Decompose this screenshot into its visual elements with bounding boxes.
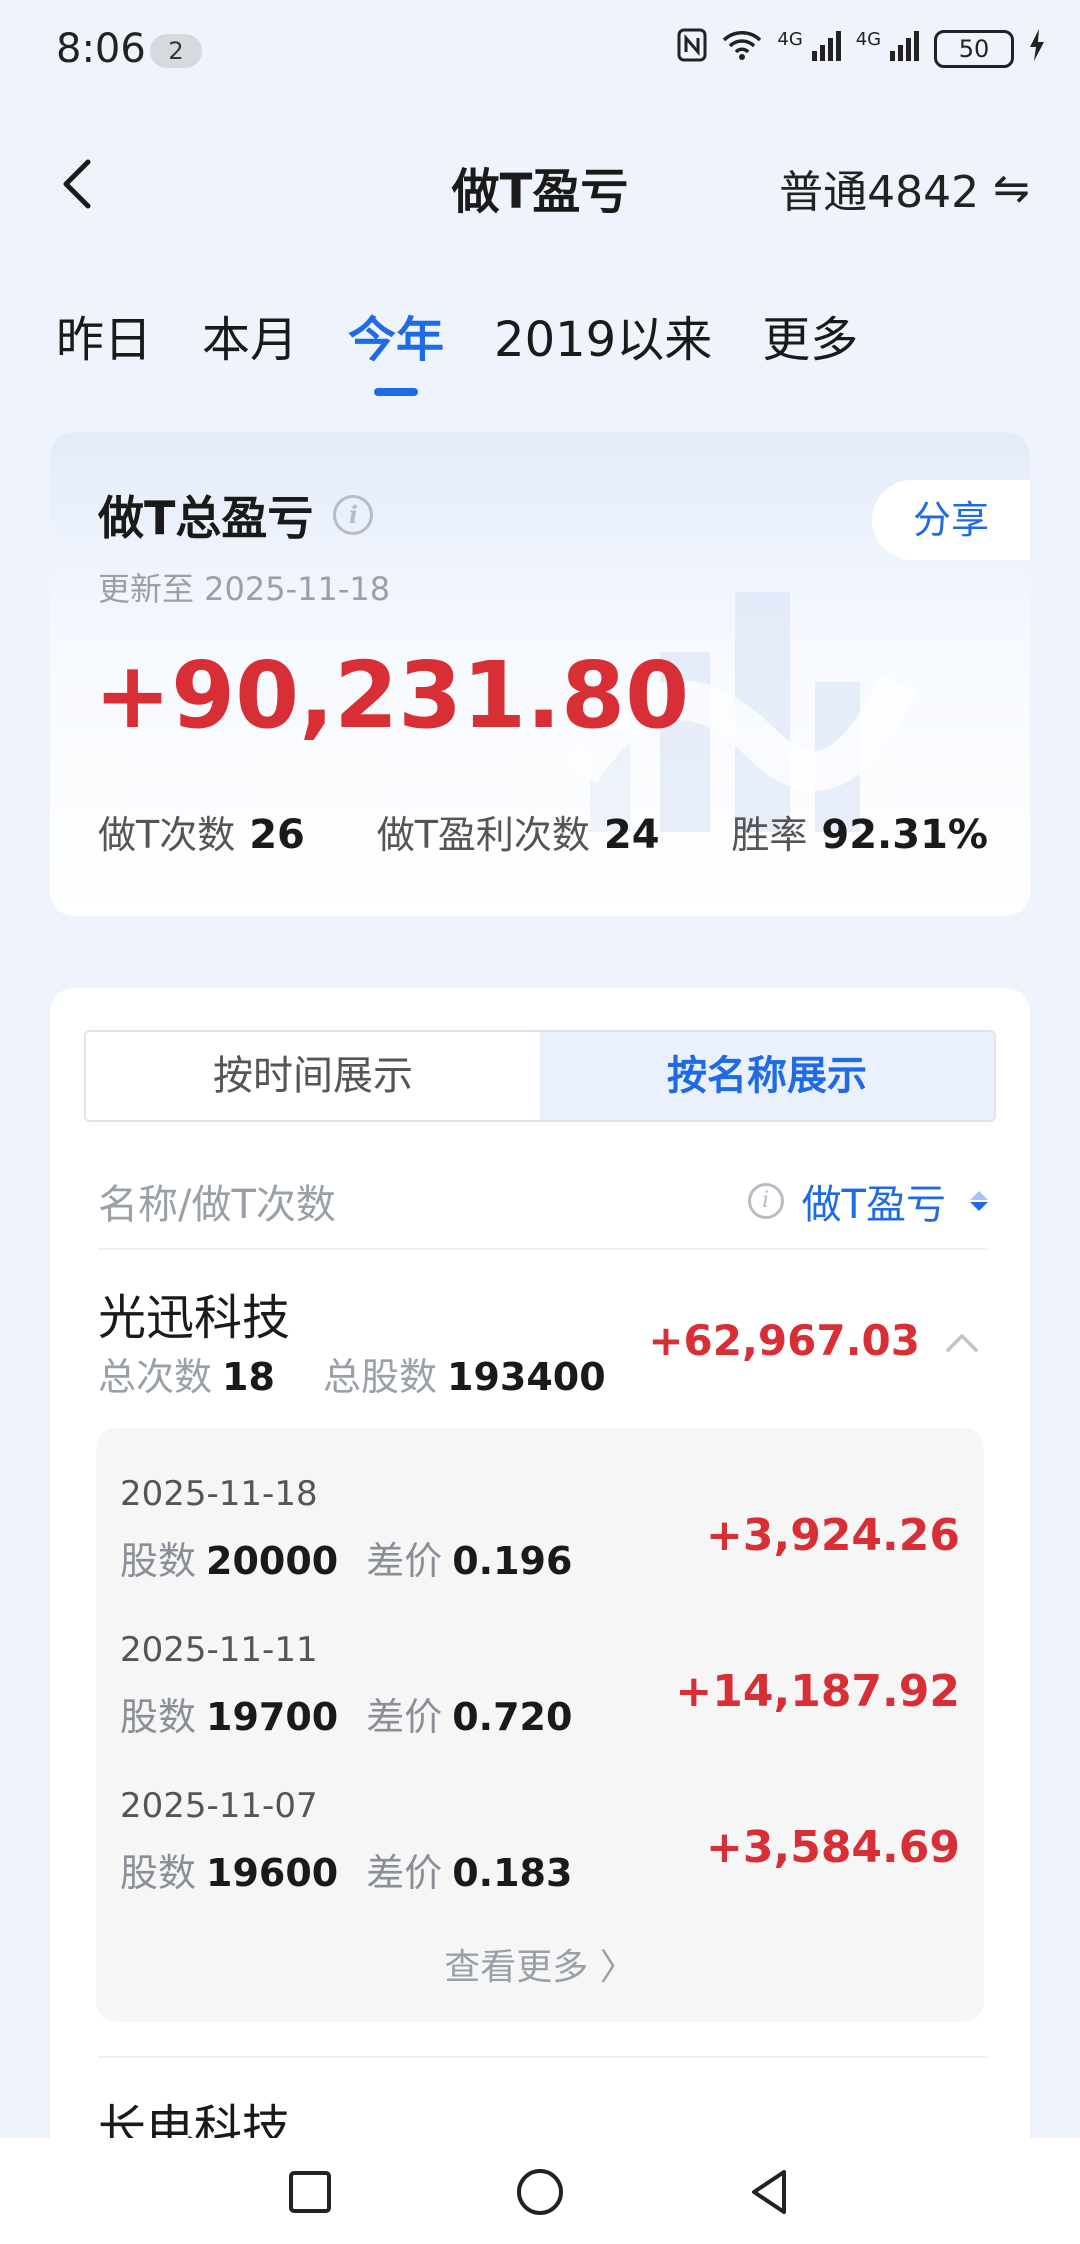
trade-pnl: +14,187.92 <box>675 1666 960 1717</box>
sort-icon <box>970 1191 988 1211</box>
account-switcher[interactable]: 普通4842 ⇋ <box>779 156 1030 220</box>
circle-icon <box>517 2169 563 2215</box>
info-icon[interactable]: i <box>333 495 374 535</box>
trade-date: 2025-11-07 <box>120 1786 318 1826</box>
display-mode-toggle: 按时间展示 按名称展示 <box>84 1030 996 1122</box>
notification-count-badge: 2 <box>150 34 202 68</box>
trade-meta: 股数 19700 差价 0.720 <box>120 1695 573 1739</box>
by-time-button[interactable]: 按时间展示 <box>86 1032 540 1120</box>
summary-stats: 做T次数 26 做T盈利次数 24 胜率 92.31% <box>98 804 988 859</box>
by-name-button[interactable]: 按名称展示 <box>540 1032 994 1120</box>
stat-profit-count: 做T盈利次数 24 <box>376 812 660 858</box>
tab-this-year[interactable]: 今年 <box>348 300 444 396</box>
trade-row[interactable]: 2025-11-07 股数 19600 差价 0.183 +3,584.69 <box>120 1786 960 1936</box>
trade-row[interactable]: 2025-11-18 股数 20000 差价 0.196 +3,924.26 <box>120 1474 960 1624</box>
detail-card: 按时间展示 按名称展示 名称/做T次数 i 做T盈亏 光迅科技 总次数 18 总股… <box>50 988 1030 2244</box>
share-button[interactable]: 分享 <box>872 480 1030 560</box>
updated-date: 更新至 2025-11-18 <box>98 570 391 608</box>
back-nav-button[interactable] <box>740 2162 800 2222</box>
divider <box>98 1248 988 1250</box>
trade-list: 2025-11-18 股数 20000 差价 0.196 +3,924.26 2025… <box>96 1428 984 2022</box>
square-icon <box>289 2171 331 2213</box>
summary-title: 做T总盈亏 <box>98 491 314 545</box>
recents-button[interactable] <box>280 2162 340 2222</box>
tab-since-2019[interactable]: 2019以来 <box>494 300 712 390</box>
home-button[interactable] <box>510 2162 570 2222</box>
tab-yesterday[interactable]: 昨日 <box>56 300 152 390</box>
stock-pnl: +62,967.03 <box>648 1316 920 1365</box>
total-pnl-value: +90,231.80 <box>94 642 690 749</box>
nfc-icon <box>677 28 707 69</box>
status-time: 8:06 <box>56 26 146 72</box>
trade-pnl: +3,584.69 <box>706 1822 960 1873</box>
summary-title-row: 做T总盈亏 i <box>98 482 374 548</box>
divider <box>98 2056 988 2058</box>
sort-by-pnl[interactable]: i 做T盈亏 <box>747 1172 988 1230</box>
info-icon[interactable]: i <box>747 1183 784 1219</box>
header: 做T盈亏 普通4842 ⇋ <box>0 130 1080 240</box>
summary-card: 做T总盈亏 i 分享 更新至 2025-11-18 +90,231.80 做T次… <box>50 432 1030 916</box>
signal-icon-2: 4G <box>856 29 920 68</box>
status-icons: 4G 4G 50 <box>677 28 1046 69</box>
tab-this-month[interactable]: 本月 <box>202 300 298 390</box>
system-nav-bar <box>0 2138 1080 2244</box>
signal-icon-1: 4G <box>777 29 841 68</box>
charging-icon <box>1028 28 1046 69</box>
chevron-up-icon[interactable] <box>942 1322 982 1362</box>
period-tabs: 昨日 本月 今年 2019以来 更多 <box>56 300 858 396</box>
stock-meta: 总次数 18 总股数 193400 <box>98 1355 606 1399</box>
stat-win-rate: 胜率 92.31% <box>731 812 988 858</box>
switch-icon: ⇋ <box>993 162 1030 214</box>
stat-trade-count: 做T次数 26 <box>98 812 305 858</box>
stock-name[interactable]: 光迅科技 <box>98 1278 290 1348</box>
wifi-icon <box>721 29 763 68</box>
battery-icon: 50 <box>934 29 1014 68</box>
list-header-name: 名称/做T次数 <box>98 1182 336 1228</box>
tab-more[interactable]: 更多 <box>762 300 858 390</box>
trade-meta: 股数 19600 差价 0.183 <box>120 1851 573 1895</box>
trade-meta: 股数 20000 差价 0.196 <box>120 1539 573 1583</box>
trade-date: 2025-11-11 <box>120 1630 318 1670</box>
view-more-link[interactable]: 查看更多 〉 <box>96 1938 984 1990</box>
triangle-back-icon <box>752 2170 786 2214</box>
trade-row[interactable]: 2025-11-11 股数 19700 差价 0.720 +14,187.92 <box>120 1630 960 1780</box>
trade-date: 2025-11-18 <box>120 1474 318 1514</box>
list-header: 名称/做T次数 i 做T盈亏 <box>98 1172 988 1230</box>
account-label: 普通4842 <box>779 167 980 218</box>
trade-pnl: +3,924.26 <box>706 1510 960 1561</box>
sort-label: 做T盈亏 <box>801 1182 946 1228</box>
status-bar: 8:06 2 4G 4G 50 <box>0 0 1080 100</box>
